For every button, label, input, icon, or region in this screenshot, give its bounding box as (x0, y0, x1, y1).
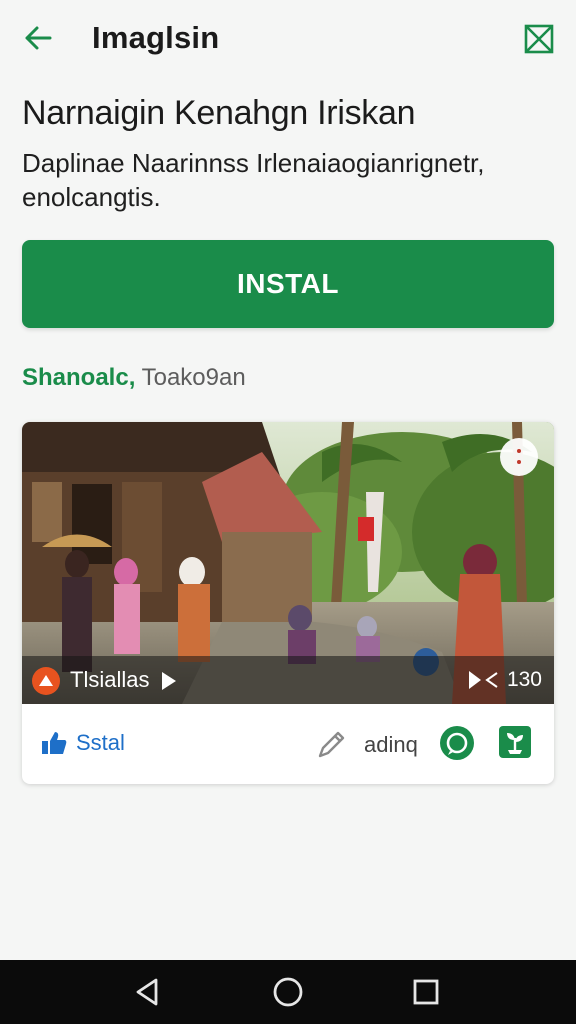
close-box-button[interactable] (522, 22, 556, 56)
plant-icon (507, 733, 523, 754)
back-button[interactable] (20, 22, 56, 54)
channel-label: Tlsiallas (70, 667, 150, 692)
nav-back-button[interactable] (130, 974, 166, 1010)
top-bar: Imaglsin (0, 0, 576, 78)
media-card: Tlsiallas 130 Sstal adinq (22, 422, 554, 784)
chat-icon (446, 732, 468, 755)
nav-recents-button[interactable] (408, 974, 444, 1010)
more-options-icon-dot (517, 460, 521, 464)
square-recents-icon (413, 979, 439, 1005)
channel-logo-icon (32, 667, 60, 695)
chat-button[interactable] (440, 726, 474, 760)
page-description: Daplinae Naarinnss Irlenaiaogianrignetr,… (22, 148, 485, 212)
nav-home-button[interactable] (270, 974, 306, 1010)
card-actions: Sstal adinq (22, 704, 554, 784)
village-photo[interactable]: Tlsiallas 130 (22, 422, 554, 704)
view-count: 130 (467, 668, 542, 692)
more-options-icon (517, 449, 521, 453)
like-button[interactable]: Sstal (40, 730, 125, 756)
play-icon[interactable] (158, 670, 180, 692)
pencil-icon (318, 731, 345, 758)
app-title: Imaglsin (92, 20, 220, 55)
view-count-value: 130 (506, 668, 542, 691)
app-screen: Imaglsin Narnaigin Kenahgn Iriskan Dapli… (0, 0, 576, 960)
media-overlay-bar: Tlsiallas 130 (22, 656, 554, 704)
plant-button[interactable] (499, 726, 531, 758)
system-nav-bar (0, 960, 576, 1024)
circle-home-icon (273, 977, 303, 1007)
like-label: Sstal (76, 730, 125, 755)
install-button[interactable]: INSTAL (22, 240, 554, 328)
edit-button[interactable] (314, 728, 348, 767)
section-heading-highlight: Shanoalc, (22, 364, 136, 391)
play-count-icon (468, 671, 498, 689)
close-box-icon (524, 24, 554, 54)
page-headline: Narnaigin Kenahgn Iriskan (22, 94, 416, 132)
section-heading-text: Toako9an (135, 364, 246, 391)
section-heading: Shanoalc, Toako9an (22, 364, 246, 392)
more-options-button[interactable] (500, 438, 538, 476)
adding-label[interactable]: adinq (364, 732, 418, 758)
thumbs-up-icon (42, 732, 67, 754)
triangle-back-icon (136, 978, 158, 1006)
arrow-left-icon (25, 26, 52, 50)
